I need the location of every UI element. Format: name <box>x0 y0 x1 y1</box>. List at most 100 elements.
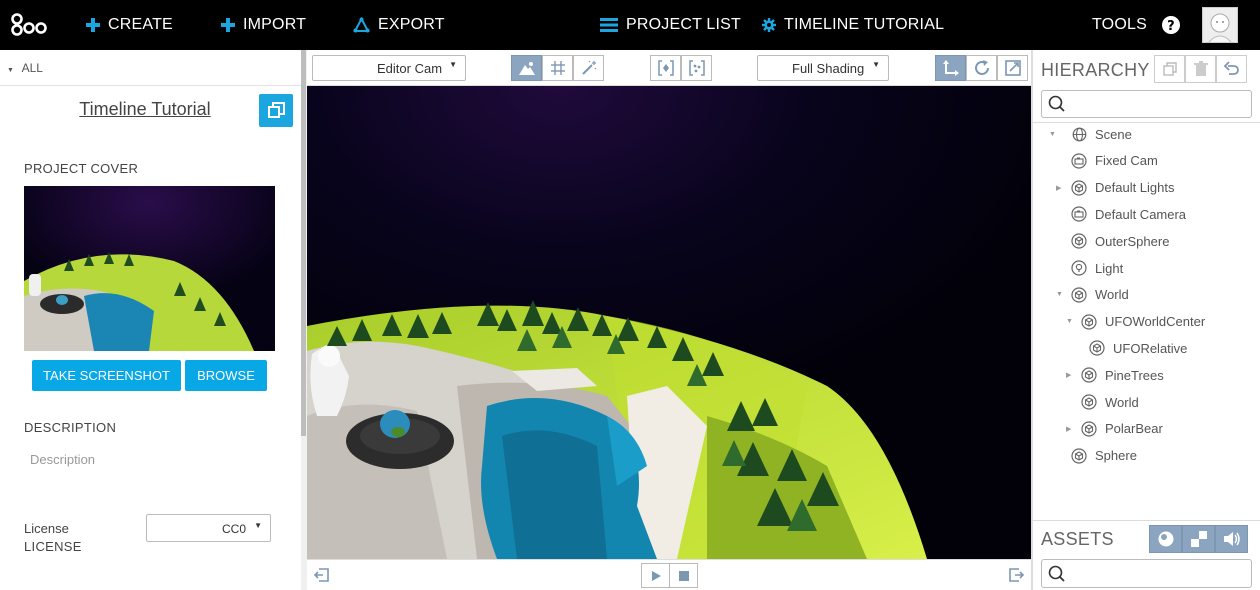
tools-menu[interactable]: TOOLS <box>1092 0 1147 50</box>
export-menu[interactable]: EXPORT <box>353 0 445 50</box>
rotate-tool-button[interactable] <box>966 55 997 81</box>
tree-node[interactable]: ▼ World <box>1056 285 1129 305</box>
camera-select[interactable]: Editor Cam ▼ <box>312 55 466 81</box>
browse-button[interactable]: BROWSE <box>185 360 267 391</box>
filter-row[interactable]: ▼ ALL <box>0 50 301 86</box>
undo-button[interactable] <box>1216 55 1247 83</box>
tree-node[interactable]: ▼ Scene <box>1049 124 1132 144</box>
hierarchy-search-input[interactable] <box>1041 90 1252 118</box>
description-field[interactable]: Description <box>30 452 95 467</box>
project-list-menu[interactable]: PROJECT LIST <box>600 0 741 50</box>
project-properties-panel: ▼ ALL Timeline Tutorial PROJECT COVER TA… <box>0 50 301 590</box>
assets-filter-sounds-button[interactable] <box>1215 525 1248 553</box>
tree-node-label: Fixed Cam <box>1095 153 1158 169</box>
entity-cube-icon <box>1071 179 1087 196</box>
tree-node[interactable]: Default Camera <box>1071 204 1186 224</box>
scene-viewport[interactable] <box>307 86 1031 559</box>
tree-node[interactable]: ▶ PolarBear <box>1066 419 1163 439</box>
scale-icon <box>1004 60 1021 76</box>
assets-title: ASSETS <box>1041 529 1114 549</box>
user-avatar[interactable] <box>1202 7 1238 43</box>
trash-icon <box>1193 61 1208 76</box>
assets-filter-textures-button[interactable] <box>1182 525 1215 553</box>
checkerboard-icon <box>1190 531 1207 547</box>
tree-node[interactable]: Fixed Cam <box>1071 151 1158 171</box>
goo-logo-icon[interactable] <box>10 12 48 43</box>
tree-node-label: Scene <box>1095 126 1132 142</box>
take-screenshot-button[interactable]: TAKE SCREENSHOT <box>32 360 181 391</box>
plus-icon <box>86 18 100 32</box>
collapse-left-panel-button[interactable] <box>313 566 331 589</box>
light-entity-icon <box>1071 260 1087 276</box>
tree-node[interactable]: ▼ UFOWorldCenter <box>1066 312 1206 332</box>
entity-cube-icon <box>1081 421 1097 437</box>
expand-arrow-down-icon[interactable]: ▼ <box>1066 318 1073 325</box>
import-label: IMPORT <box>243 16 307 33</box>
play-button[interactable] <box>641 563 670 588</box>
assets-panel: ASSETS <box>1033 520 1260 590</box>
expand-arrow-right-icon[interactable]: ▶ <box>1056 184 1061 192</box>
tree-node-label: UFOWorldCenter <box>1105 314 1206 330</box>
tree-node[interactable]: UFORelative <box>1089 338 1187 358</box>
stop-button[interactable] <box>669 563 698 588</box>
tree-node[interactable]: ▶ Default Lights <box>1056 178 1175 198</box>
tree-node[interactable]: World <box>1081 392 1139 412</box>
shading-select-value: Full Shading <box>792 61 865 76</box>
magic-wand-icon <box>581 60 596 75</box>
top-navigation-bar: CREATE IMPORT EXPORT PROJECT LIST TIMELI… <box>0 0 1260 50</box>
project-title[interactable]: Timeline Tutorial <box>0 99 290 120</box>
license-value: CC0 <box>221 522 246 536</box>
help-button[interactable]: ? <box>1161 0 1181 50</box>
assets-filter-materials-button[interactable] <box>1149 525 1182 553</box>
tree-node-label: PineTrees <box>1105 367 1164 383</box>
shading-select[interactable]: Full Shading ▼ <box>757 55 889 81</box>
import-menu[interactable]: IMPORT <box>221 0 306 50</box>
timeline-tutorial-menu[interactable]: TIMELINE TUTORIAL <box>762 0 944 50</box>
delete-entity-button[interactable] <box>1185 55 1216 83</box>
collapse-right-panel-button[interactable] <box>1007 566 1025 589</box>
panel-collapse-left-icon <box>313 568 329 582</box>
tree-node[interactable]: OuterSphere <box>1071 231 1169 251</box>
expand-arrow-right-icon[interactable]: ▶ <box>1066 371 1071 379</box>
entity-cube-icon <box>1081 394 1097 410</box>
focus-icon <box>657 60 674 76</box>
dropdown-caret-icon: ▼ <box>254 521 262 530</box>
gear-icon <box>762 18 776 32</box>
export-label: EXPORT <box>378 16 445 33</box>
license-heading: LICENSE <box>24 539 82 554</box>
filter-label: ALL <box>21 61 43 75</box>
expand-arrow-down-icon[interactable]: ▼ <box>1056 291 1063 298</box>
toggle-effects-button[interactable] <box>573 55 604 81</box>
tree-node-label: World <box>1095 287 1129 303</box>
scale-tool-button[interactable] <box>997 55 1028 81</box>
create-menu[interactable]: CREATE <box>86 0 173 50</box>
create-label: CREATE <box>108 16 173 33</box>
duplicate-entity-button[interactable] <box>1154 55 1185 83</box>
material-sphere-icon <box>1158 531 1173 547</box>
tree-node-label: Sphere <box>1095 448 1137 464</box>
tree-node[interactable]: Light <box>1071 258 1123 278</box>
assets-search-input[interactable] <box>1041 559 1252 588</box>
tree-node[interactable]: Sphere <box>1071 446 1137 466</box>
scene-render <box>307 86 1031 559</box>
hierarchy-title: HIERARCHY <box>1041 60 1150 80</box>
translate-tool-button[interactable] <box>935 55 966 81</box>
license-select[interactable]: CC0 ▼ <box>146 514 271 542</box>
project-cover-image <box>24 186 275 351</box>
timeline-tutorial-label: TIMELINE TUTORIAL <box>784 16 945 33</box>
tree-node-label: UFORelative <box>1113 340 1188 356</box>
toggle-environment-button[interactable] <box>511 55 542 81</box>
toggle-grid-button[interactable] <box>542 55 573 81</box>
help-icon: ? <box>1162 16 1180 34</box>
grid-icon <box>550 61 565 75</box>
expand-arrow-right-icon[interactable]: ▶ <box>1066 425 1071 433</box>
left-panel-scrollbar[interactable] <box>301 50 306 436</box>
tree-node[interactable]: ▶ PineTrees <box>1066 365 1164 385</box>
viewport-toolbar: Editor Cam ▼ Full Shading ▼ <box>307 50 1031 86</box>
expand-arrow-down-icon[interactable]: ▼ <box>1049 131 1056 138</box>
tools-label: TOOLS <box>1092 16 1147 33</box>
duplicate-project-button[interactable] <box>259 94 293 127</box>
focus-selection-button[interactable] <box>650 55 681 81</box>
copy-icon <box>268 102 285 118</box>
focus-all-button[interactable] <box>681 55 712 81</box>
